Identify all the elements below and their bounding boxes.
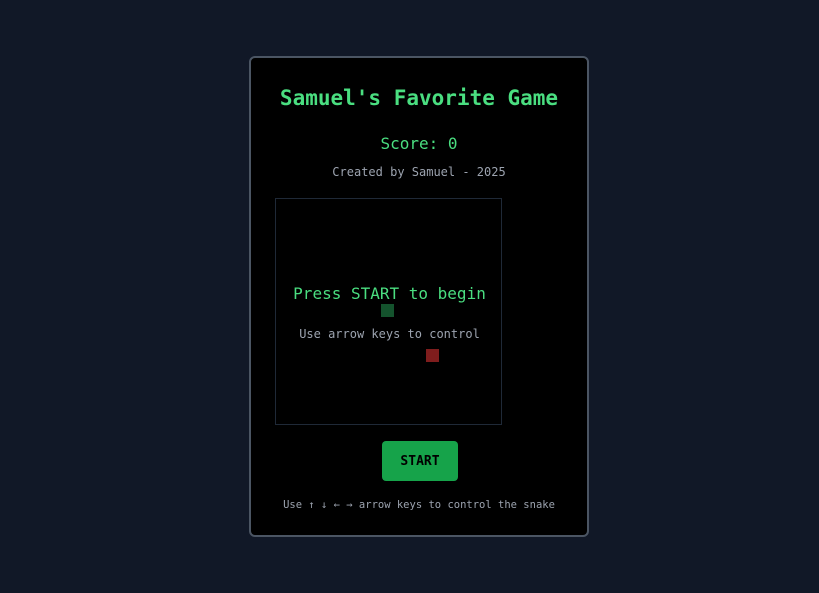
game-card: Samuel's Favorite Game Score: 0 Created … [249,56,589,537]
score-value: 0 [447,134,458,153]
control-hint: Use arrow keys to control [299,327,480,341]
food-item [426,349,439,362]
help-text: Use ↑ ↓ ← → arrow keys to control the sn… [283,499,555,511]
game-title: Samuel's Favorite Game [279,86,559,110]
score-label: Score: [380,134,439,153]
start-button[interactable]: START [382,441,458,481]
score-display: Score: 0 [251,134,587,154]
start-prompt: Press START to begin [293,284,486,303]
game-board[interactable]: Press START to begin Use arrow keys to c… [275,198,502,425]
snake-segment [381,304,394,317]
credit-text: Created by Samuel - 2025 [332,165,506,179]
